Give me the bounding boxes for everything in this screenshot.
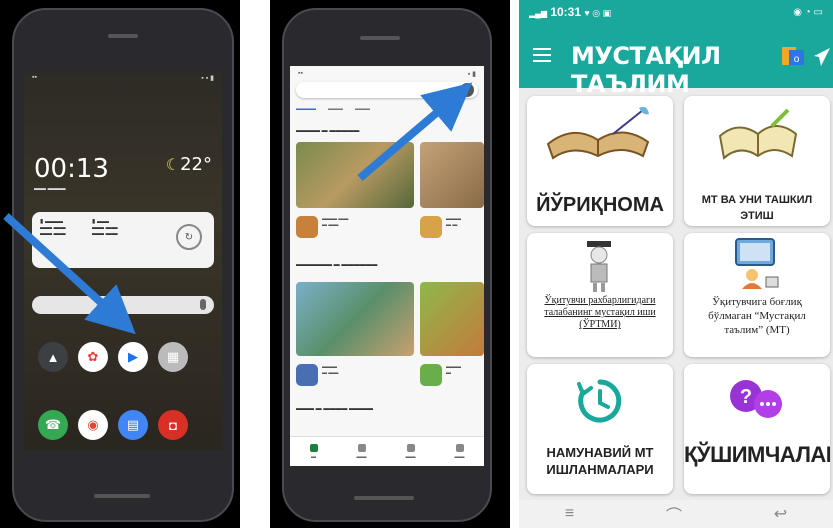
card-title: ЙЎРИҚНОМА [536, 194, 664, 216]
teacher-guided-card[interactable]: Ўқитувчи рахбарлигидаги талабанинг муста… [527, 233, 673, 357]
game-thumbnail[interactable] [420, 282, 484, 356]
play-store-icon[interactable]: ▶ [118, 342, 148, 372]
list-item[interactable]: ▬▬▬ ▬ ▬ [420, 216, 461, 238]
graduate-icon [587, 241, 611, 292]
section-heading: ▬▬▬ ▬ ▬▬▬▬ ▬▬▬▬ [296, 406, 374, 412]
card-title: МТ ВА УНИ ТАШКИЛ ЭТИШ [701, 194, 813, 222]
status-bar: ▪▪ ▪ ▮ [298, 70, 476, 78]
section-heading: ▬▬▬▬▬▬ ▬ ▬▬▬▬▬▬ [296, 262, 378, 268]
notification-icons: ♥ ◎ ▣ [584, 8, 612, 18]
refresh-icon[interactable]: ↻ [176, 224, 202, 250]
app-icon [420, 364, 442, 386]
recents-icon[interactable]: ≡ [565, 505, 574, 523]
chrome-icon[interactable]: ◉ [78, 410, 108, 440]
card-title: НАМУНАВИЙ МТ ИШЛАНМАЛАРИ [546, 445, 654, 477]
app-icon [296, 364, 318, 386]
list-item[interactable]: ▬▬▬ ▬▬ ▬ ▬▬ [296, 216, 348, 238]
home-screen-panel: ▪▪ ▪ ▪ ▮ 00:13 ▬▬ ▬▬▬ ☾22° ▮ ▬▬▬ ▬▬ ▬▬ ▬▬ ▬… [0, 0, 240, 528]
list-item[interactable]: ▬▬▬ ▬ [420, 364, 461, 386]
guide-card[interactable]: ЙЎРИҚНОМА [527, 96, 673, 226]
arrow-icon [3, 213, 136, 335]
card-title: ҚЎШИМЧАЛАР [684, 442, 830, 467]
app-screen-panel: ▂▄▆ 10:31 ♥ ◎ ▣ ◉ ◔ ▭ МУСТАҚИЛ ТАЪЛИМ o … [519, 0, 833, 528]
menu-icon[interactable] [533, 48, 551, 62]
phone-icon[interactable]: ☎ [38, 410, 68, 440]
chat-bubbles-icon: ? [730, 380, 782, 418]
arrow-icon [357, 82, 473, 182]
nav-games[interactable]: ▬ [309, 443, 318, 460]
signal-icon: ▂▄▆ [529, 9, 547, 18]
mt-organization-card[interactable]: МТ ВА УНИ ТАШКИЛ ЭТИШ [684, 96, 830, 226]
status-bar: ▪▪ ▪ ▪ ▮ [32, 74, 214, 82]
photos-icon[interactable]: ✿ [78, 342, 108, 372]
status-bar: ▂▄▆ 10:31 ♥ ◎ ▣ ◉ ◔ ▭ [519, 0, 833, 24]
battery-icon: ◉ ◔ ▭ [793, 6, 823, 18]
dock: ☎ ◉ ▤ ◘ [38, 410, 188, 440]
clock-date: ▬▬ ▬▬▬ [34, 186, 66, 192]
messages-icon[interactable]: ▤ [118, 410, 148, 440]
clock-widget[interactable]: 00:13 [34, 154, 109, 184]
svg-text:?: ? [740, 386, 752, 408]
camera-icon[interactable]: ◘ [158, 410, 188, 440]
mic-icon[interactable] [200, 299, 206, 310]
weather-widget[interactable]: ☾22° [166, 154, 212, 175]
bottom-speaker [354, 496, 414, 500]
appendices-card[interactable]: ? ҚЎШИМЧАЛАР [684, 364, 830, 494]
play-store-panel: ▪▪ ▪ ▮ ▬▬▬▬ ▬▬▬ ▬▬▬ ▬▬▬▬ ▬ ▬▬▬▬▬ ▬▬▬ ▬▬ ▬ … [270, 0, 510, 528]
nav-books[interactable]: ▬▬ [455, 443, 465, 460]
speaker-grille [360, 36, 400, 40]
tab-top[interactable]: ▬▬▬ [328, 106, 343, 112]
app-icon [296, 216, 318, 238]
office-icon[interactable]: o [781, 44, 805, 68]
sample-works-card[interactable]: НАМУНАВИЙ МТ ИШЛАНМАЛАРИ [527, 364, 673, 494]
nav-movies[interactable]: ▬▬ [406, 443, 416, 460]
computer-student-icon [735, 238, 779, 289]
folder-icon[interactable]: ▦ [158, 342, 188, 372]
book-quill-icon [546, 106, 650, 160]
back-icon[interactable]: ↩ [774, 504, 787, 524]
app-row-1: ▲ ✿ ▶ ▦ [38, 342, 188, 372]
status-time: 10:31 [550, 5, 582, 19]
card-title: Ўқитувчи рахбарлигидаги талабанинг муста… [544, 295, 656, 330]
moon-icon: ☾ [165, 155, 181, 174]
teacher-independent-card[interactable]: Ўқитувчига боғлиқ бўлмаган “Мустақил таъ… [684, 233, 830, 357]
app-bar: МУСТАҚИЛ ТАЪЛИМ o [519, 24, 833, 98]
temperature: 22° [180, 154, 212, 175]
list-item[interactable]: ▬▬▬ ▬ ▬▬ [296, 364, 338, 386]
nav-apps[interactable]: ▬▬ [357, 443, 367, 460]
bottom-speaker [94, 494, 150, 498]
open-book-icon [718, 108, 798, 160]
bottom-nav: ▬ ▬▬ ▬▬ ▬▬ [290, 436, 484, 466]
svg-text:o: o [794, 54, 800, 65]
share-icon[interactable] [811, 46, 833, 68]
system-nav-bar: ≡ ⌒ ↩ [519, 500, 833, 528]
speaker-grille [108, 34, 138, 38]
game-thumbnail[interactable] [296, 282, 414, 356]
drive-icon[interactable]: ▲ [38, 342, 68, 372]
home-icon[interactable]: ⌒ [666, 502, 682, 526]
tab-recommended[interactable]: ▬▬▬▬ [296, 106, 316, 112]
card-title: Ўқитувчига боғлиқ бўлмаган “Мустақил таъ… [708, 296, 806, 336]
history-clock-icon [577, 379, 622, 423]
app-icon [420, 216, 442, 238]
